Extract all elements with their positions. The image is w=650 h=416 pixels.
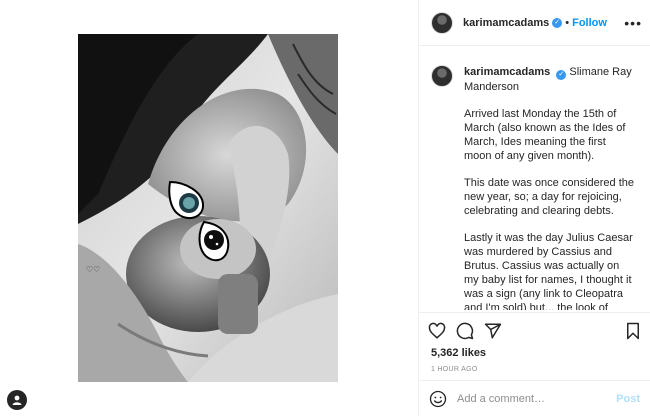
- verified-badge-icon: ✓: [552, 17, 563, 28]
- media-stage: ♡♡: [0, 0, 418, 416]
- caption-heading: karimamcadams ✓ Slimane Ray Manderson: [464, 65, 636, 94]
- photo-illustration: ♡♡: [78, 34, 338, 382]
- verified-badge-icon: ✓: [556, 70, 567, 80]
- caption-row: karimamcadams ✓ Slimane Ray Manderson Ar…: [431, 65, 640, 310]
- heart-icon[interactable]: [428, 322, 446, 340]
- caption-author-avatar[interactable]: [431, 65, 453, 87]
- more-options-icon[interactable]: •••: [624, 15, 642, 31]
- comment-input[interactable]: [457, 392, 607, 405]
- user-icon: [12, 395, 22, 405]
- profile-avatar-small[interactable]: [7, 390, 27, 410]
- action-bar: [419, 313, 650, 349]
- caption-paragraph: This date was once considered the new ye…: [464, 177, 638, 217]
- caption-username[interactable]: karimamcadams: [464, 66, 550, 78]
- post-header: karimamcadams ✓ • Follow •••: [419, 0, 650, 46]
- like-count[interactable]: 5,362 likes: [419, 347, 650, 359]
- caption-paragraph: Lastly it was the day Julius Caesar was …: [464, 232, 633, 310]
- share-icon[interactable]: [484, 322, 502, 340]
- post-photo[interactable]: ♡♡: [78, 34, 338, 382]
- post-comment-button[interactable]: Post: [616, 393, 640, 405]
- action-section: 5,362 likes 1 HOUR AGO Post: [419, 312, 650, 416]
- caption-area: karimamcadams ✓ Slimane Ray Manderson Ar…: [419, 47, 650, 310]
- follow-button[interactable]: Follow: [572, 17, 607, 29]
- svg-text:♡♡: ♡♡: [86, 265, 100, 274]
- emoji-icon[interactable]: [429, 390, 447, 408]
- post-timestamp[interactable]: 1 HOUR AGO: [419, 366, 650, 373]
- separator-dot: •: [565, 16, 570, 29]
- comment-icon[interactable]: [456, 322, 474, 340]
- caption-paragraph: Arrived last Monday the 15th of March (a…: [464, 108, 629, 162]
- caption-body: karimamcadams ✓ Slimane Ray Manderson Ar…: [464, 65, 636, 310]
- add-comment-bar: Post: [419, 380, 650, 416]
- author-username[interactable]: karimamcadams: [463, 17, 549, 29]
- author-avatar[interactable]: [431, 11, 453, 34]
- post-sidebar: karimamcadams ✓ • Follow ••• karimamcada…: [418, 0, 650, 416]
- bookmark-icon[interactable]: [625, 322, 641, 340]
